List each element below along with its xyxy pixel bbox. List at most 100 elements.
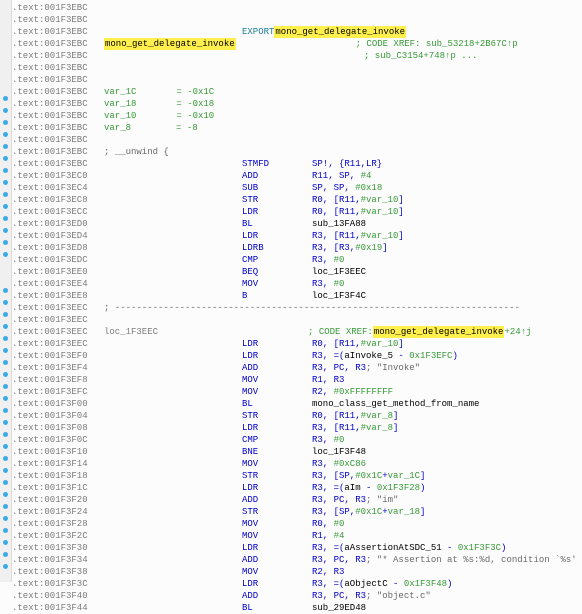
local-label[interactable]: loc_1F3EEC (104, 326, 158, 338)
breakpoint-dot[interactable] (3, 168, 8, 173)
asm-line[interactable]: .text:001F3EF8MOVR1, R3 (12, 374, 582, 386)
code-xref[interactable]: ; CODE XREF: (308, 326, 373, 338)
asm-line[interactable]: .text:001F3F1CLDRR3, =(aIm - 0x1F3F28) (12, 482, 582, 494)
asm-line[interactable]: .text:001F3EBC (12, 134, 582, 146)
operands[interactable]: mono_class_get_method_from_name (312, 398, 479, 410)
asm-line[interactable]: .text:001F3F08LDRR3, [R11,#var_8] (12, 422, 582, 434)
asm-line[interactable]: .text:001F3EC0ADDR11, SP, #4 (12, 170, 582, 182)
breakpoint-dot[interactable] (3, 564, 8, 569)
breakpoint-dot[interactable] (3, 420, 8, 425)
asm-line[interactable]: .text:001F3EBC; sub_C3154+748↑p ... (12, 50, 582, 62)
breakpoint-dot[interactable] (3, 252, 8, 257)
asm-line[interactable]: .text:001F3F3CLDRR3, =(aObjectC - 0x1F3F… (12, 578, 582, 590)
breakpoint-dot[interactable] (3, 432, 8, 437)
breakpoint-dot[interactable] (3, 144, 8, 149)
operands[interactable]: loc_1F3F48 (312, 446, 366, 458)
asm-line[interactable]: .text:001F3EBCvar_8= -8 (12, 122, 582, 134)
asm-line[interactable]: .text:001F3EBC (12, 74, 582, 86)
asm-line[interactable]: .text:001F3EBCvar_18= -0x18 (12, 98, 582, 110)
breakpoint-dot[interactable] (3, 504, 8, 509)
asm-line[interactable]: .text:001F3F10BNEloc_1F3F48 (12, 446, 582, 458)
asm-line[interactable]: .text:001F3EBCEXPORT mono_get_delegate_i… (12, 26, 582, 38)
breakpoint-dot[interactable] (3, 540, 8, 545)
operands[interactable]: loc_1F3EEC (312, 266, 366, 278)
asm-line[interactable]: .text:001F3F2CMOVR1, #4 (12, 530, 582, 542)
asm-line[interactable]: .text:001F3ED8LDRBR3, [R3,#0x19] (12, 242, 582, 254)
asm-line[interactable]: .text:001F3EEC (12, 314, 582, 326)
breakpoint-dot[interactable] (3, 444, 8, 449)
asm-line[interactable]: .text:001F3EBC (12, 2, 582, 14)
breakpoint-dot[interactable] (3, 216, 8, 221)
breakpoint-dot[interactable] (3, 120, 8, 125)
asm-line[interactable]: .text:001F3EDCCMPR3, #0 (12, 254, 582, 266)
asm-line[interactable]: .text:001F3F34ADDR3, PC, R3 ; "* Asserti… (12, 554, 582, 566)
asm-line[interactable]: .text:001F3EECloc_1F3EEC; CODE XREF: mon… (12, 326, 582, 338)
breakpoint-dot[interactable] (3, 300, 8, 305)
asm-line[interactable]: .text:001F3F44BLsub_29ED48 (12, 602, 582, 614)
operands[interactable]: sub_29ED48 (312, 602, 366, 614)
xref-target[interactable]: mono_get_delegate_invoke (373, 326, 505, 338)
asm-line[interactable]: .text:001F3EEC; ------------------------… (12, 302, 582, 314)
breakpoint-dot[interactable] (3, 468, 8, 473)
asm-line[interactable]: .text:001F3EF4ADDR3, PC, R3 ; "Invoke" (12, 362, 582, 374)
asm-line[interactable]: .text:001F3F20ADDR3, PC, R3 ; "im" (12, 494, 582, 506)
asm-line[interactable]: .text:001F3F24STRR3, [SP,#0x1C+var_18] (12, 506, 582, 518)
breakpoint-dot[interactable] (3, 528, 8, 533)
asm-line[interactable]: .text:001F3EC8STRR0, [R11,#var_10] (12, 194, 582, 206)
breakpoint-dot[interactable] (3, 348, 8, 353)
breakpoint-dot[interactable] (3, 288, 8, 293)
asm-line[interactable]: .text:001F3F0CCMPR3, #0 (12, 434, 582, 446)
operands[interactable]: sub_13FA88 (312, 218, 366, 230)
asm-line[interactable]: .text:001F3ECCLDRR0, [R11,#var_10] (12, 206, 582, 218)
asm-line[interactable]: .text:001F3F28MOVR0, #0 (12, 518, 582, 530)
breakpoint-dot[interactable] (3, 480, 8, 485)
asm-line[interactable]: .text:001F3F30LDRR3, =(aAssertionAtSDC_5… (12, 542, 582, 554)
asm-line[interactable]: .text:001F3EE8Bloc_1F3F4C (12, 290, 582, 302)
asm-line[interactable]: .text:001F3EFCMOVR2, #0xFFFFFFFF (12, 386, 582, 398)
operands[interactable]: loc_1F3F4C (312, 290, 366, 302)
asm-line[interactable]: .text:001F3EBC (12, 62, 582, 74)
asm-line[interactable]: .text:001F3EBC (12, 14, 582, 26)
breakpoint-dot[interactable] (3, 180, 8, 185)
asm-line[interactable]: .text:001F3ED0BLsub_13FA88 (12, 218, 582, 230)
breakpoint-dot[interactable] (3, 96, 8, 101)
code-xref[interactable]: ; sub_C3154+748↑p ... (364, 50, 477, 62)
code-xref[interactable]: ; CODE XREF: sub_53218+2B67C↑p (356, 38, 518, 50)
breakpoint-dot[interactable] (3, 324, 8, 329)
breakpoint-dot[interactable] (3, 408, 8, 413)
asm-line[interactable]: .text:001F3F18STRR3, [SP,#0x1C+var_1C] (12, 470, 582, 482)
asm-line[interactable]: .text:001F3EBCSTMFDSP!, {R11,LR} (12, 158, 582, 170)
asm-line[interactable]: .text:001F3EBCvar_10= -0x10 (12, 110, 582, 122)
asm-line[interactable]: .text:001F3EE4MOVR3, #0 (12, 278, 582, 290)
asm-line[interactable]: .text:001F3EF0LDRR3, =(aInvoke_5 - 0x1F3… (12, 350, 582, 362)
function-name[interactable]: mono_get_delegate_invoke (104, 38, 236, 50)
breakpoint-dot[interactable] (3, 240, 8, 245)
asm-line[interactable]: .text:001F3F04STRR0, [R11,#var_8] (12, 410, 582, 422)
asm-line[interactable]: .text:001F3F38MOVR2, R3 (12, 566, 582, 578)
breakpoint-dot[interactable] (3, 336, 8, 341)
asm-line[interactable]: .text:001F3EBC; __unwind { (12, 146, 582, 158)
breakpoint-dot[interactable] (3, 396, 8, 401)
asm-line[interactable]: .text:001F3EBCmono_get_delegate_invoke; … (12, 38, 582, 50)
breakpoint-dot[interactable] (3, 108, 8, 113)
breakpoint-dot[interactable] (3, 516, 8, 521)
asm-line[interactable]: .text:001F3F40ADDR3, PC, R3 ; "object.c" (12, 590, 582, 602)
asm-line[interactable]: .text:001F3F14MOVR3, #0xC86 (12, 458, 582, 470)
breakpoint-dot[interactable] (3, 492, 8, 497)
breakpoint-dot[interactable] (3, 132, 8, 137)
breakpoint-dot[interactable] (3, 360, 8, 365)
breakpoint-dot[interactable] (3, 552, 8, 557)
breakpoint-dot[interactable] (3, 372, 8, 377)
breakpoint-dot[interactable] (3, 384, 8, 389)
breakpoint-dot[interactable] (3, 156, 8, 161)
export-symbol[interactable]: mono_get_delegate_invoke (274, 26, 406, 38)
asm-line[interactable]: .text:001F3EE0BEQloc_1F3EEC (12, 266, 582, 278)
breakpoint-dot[interactable] (3, 312, 8, 317)
breakpoint-dot[interactable] (3, 204, 8, 209)
breakpoint-dot[interactable] (3, 192, 8, 197)
asm-line[interactable]: .text:001F3EBCvar_1C= -0x1C (12, 86, 582, 98)
asm-line[interactable]: .text:001F3F00BLmono_class_get_method_fr… (12, 398, 582, 410)
asm-line[interactable]: .text:001F3EC4SUBSP, SP, #0x18 (12, 182, 582, 194)
asm-line[interactable]: .text:001F3EECLDRR0, [R11,#var_10] (12, 338, 582, 350)
breakpoint-dot[interactable] (3, 456, 8, 461)
